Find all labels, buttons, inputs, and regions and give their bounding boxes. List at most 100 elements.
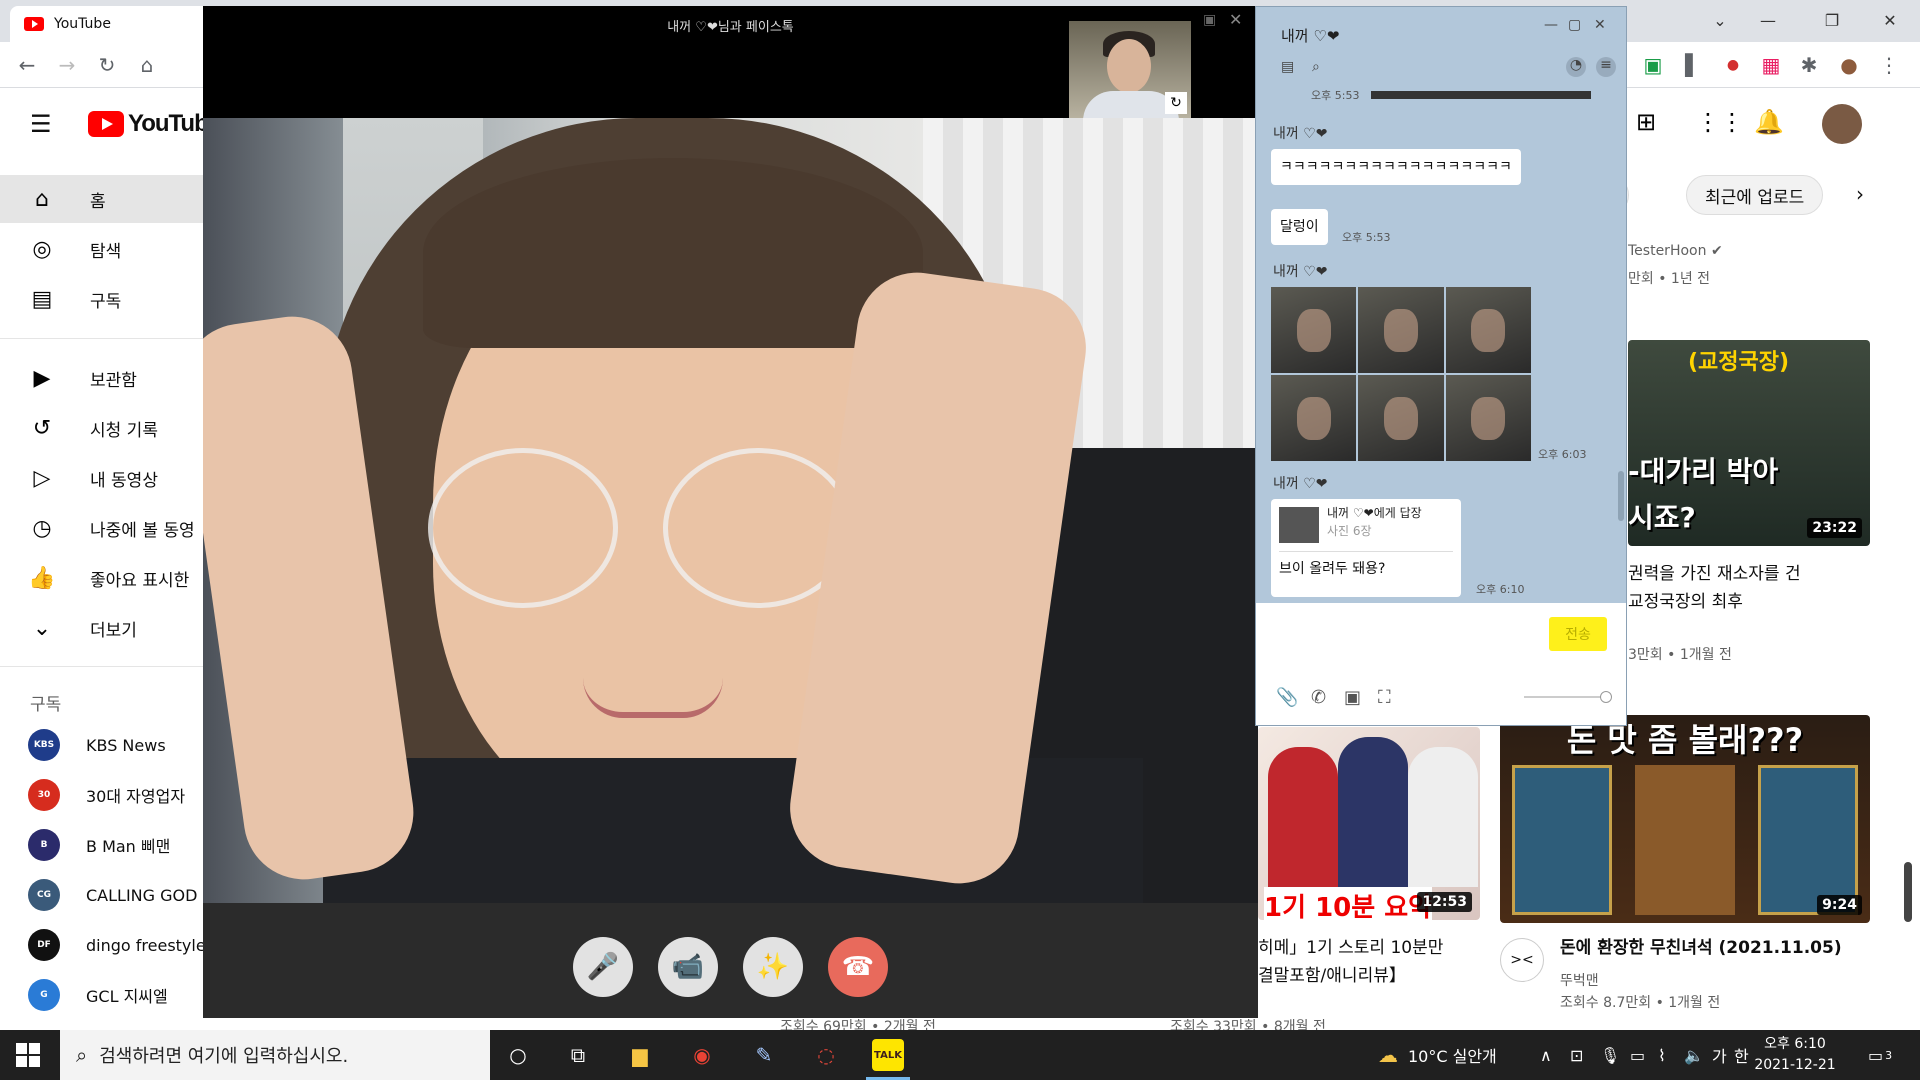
channel-name[interactable]: 뚜벅맨 [1560,970,1599,990]
swirl-app-icon[interactable]: ◌ [810,1039,842,1071]
close-icon[interactable]: ✕ [1594,17,1606,33]
forward-arrow-icon[interactable]: → [54,52,80,78]
message-bubble[interactable]: ㅋㅋㅋㅋㅋㅋㅋㅋㅋㅋㅋㅋㅋㅋㅋㅋㅋㅋ [1271,149,1521,185]
rotate-camera-icon[interactable]: ↻ [1165,92,1187,114]
task-view-icon[interactable]: ⧉ [562,1039,594,1071]
window-close-button[interactable]: ✕ [1870,6,1910,34]
chrome-down-arrow-icon[interactable]: ⌄ [1700,6,1740,34]
meet-icon[interactable]: ⊡ [1570,1030,1583,1080]
drawer-icon[interactable]: ▤ [1281,59,1294,75]
extension-adblock-icon[interactable]: ● [1720,52,1746,78]
sidebar-item-more[interactable]: ⌄ 더보기 [0,604,204,652]
sidebar-item-library[interactable]: ▶ 보관함 [0,354,204,402]
extension-color-icon[interactable]: ▦ [1758,52,1784,78]
message-time: 오후 5:53 [1342,231,1391,244]
sidebar-divider [0,666,204,667]
end-call-button[interactable]: ☎ [828,937,888,997]
pip-minimize-icon[interactable]: ▣ [1203,12,1216,28]
video-title[interactable]: 돈에 환장한 무친녀석 (2021.11.05) [1560,934,1842,962]
subscription-calling-god[interactable]: CG CALLING GOD [0,870,204,920]
windows-start-icon[interactable] [16,1043,40,1067]
back-arrow-icon[interactable]: ← [14,52,40,78]
search-icon[interactable]: ⌕ [1312,59,1320,75]
channel-avatar: B [28,829,60,861]
subscription-gcl[interactable]: G GCL 지씨엘 [0,970,204,1020]
self-preview-video[interactable]: ↻ [1069,21,1191,118]
maximize-icon[interactable]: ▢ [1568,17,1581,33]
microphone-icon[interactable]: 🎙 [1600,1030,1620,1080]
account-avatar[interactable] [1822,104,1862,144]
send-button[interactable]: 전송 [1549,617,1607,651]
camera-toggle-button[interactable]: 📹 [658,937,718,997]
facetalk-close-icon[interactable]: ✕ [1229,10,1242,29]
sidebar-item-watch-later[interactable]: ◷ 나중에 볼 동영 [0,504,204,552]
sidebar-item-liked[interactable]: 👍 좋아요 표시한 [0,554,204,602]
image-preview-strip[interactable] [1371,91,1591,99]
file-explorer-icon[interactable]: ▆ [624,1039,656,1071]
subscription-bman[interactable]: BB Man 삐맨 [0,820,204,870]
chip-recently-uploaded[interactable]: 최근에 업로드 [1686,175,1824,215]
opacity-slider-handle[interactable] [1600,691,1612,703]
sidebar-item-my-videos[interactable]: ▷ 내 동영상 [0,454,204,502]
extensions-puzzle-icon[interactable]: ✱ [1796,52,1822,78]
minimize-icon[interactable]: — [1544,17,1558,33]
video-thumbnail-1[interactable]: (교정국장) -대가리 박아 시죠? 23:22 [1628,340,1870,546]
chevron-right-icon[interactable]: › [1856,182,1864,206]
calendar-icon[interactable]: ▣ [1344,687,1361,708]
kakaotalk-icon[interactable]: TALK [872,1039,904,1071]
opacity-slider[interactable] [1524,696,1602,698]
browser-tab-youtube[interactable]: YouTube [10,6,210,42]
photo-album-message[interactable] [1271,287,1531,461]
tray-chevron-icon[interactable]: ∧ [1540,1030,1552,1080]
cortana-icon[interactable]: ○ [502,1039,534,1071]
subscription-kbs-news[interactable]: KBS KBS News [0,720,204,770]
battery-icon[interactable]: ▭ [1630,1030,1645,1080]
sidebar-item-history[interactable]: ↺ 시청 기록 [0,404,204,452]
ime-mode-indicator[interactable]: 가 [1712,1030,1727,1080]
video-title[interactable]: 권력을 가진 재소자를 건 교정국장의 최후 [1628,560,1801,616]
video-thumbnail-3[interactable]: 돈 맛 좀 볼래??? 9:24 [1500,715,1870,923]
paint-icon[interactable]: ✎ [748,1039,780,1071]
chrome-icon[interactable]: ◉ [686,1039,718,1071]
taskbar-search-box[interactable]: ⌕ 검색하려면 여기에 입력하십시오. [60,1030,490,1080]
window-maximize-button[interactable]: ❐ [1812,6,1852,34]
reload-icon[interactable]: ↻ [94,52,120,78]
volume-icon[interactable]: 🔈 [1684,1030,1704,1080]
video-title[interactable]: 히메」1기 스토리 10분만 결말포함/애니리뷰】 [1258,934,1443,990]
notification-bell-icon[interactable]: ◔ [1566,57,1586,77]
weather-widget[interactable]: ☁ 10°C 실안개 [1378,1030,1497,1080]
extension-info-icon[interactable]: ▌ [1680,52,1706,78]
phone-icon[interactable]: ✆ [1311,687,1326,708]
subscription-dingo[interactable]: DF dingo freestyle [0,920,204,970]
effects-button[interactable]: ✨ [743,937,803,997]
capture-icon[interactable]: ⛶ [1378,687,1391,708]
network-icon[interactable]: ⌇ [1658,1030,1666,1080]
notification-center-icon[interactable]: ▭ 3 [1868,1030,1892,1080]
video-thumbnail-2[interactable]: 1기 10분 요약 12:53 [1258,727,1480,920]
taskbar-clock[interactable]: 오후 6:10 2021-12-21 [1740,1034,1850,1076]
notifications-bell-icon[interactable]: 🔔 [1754,108,1784,136]
chrome-menu-icon[interactable]: ⋮ [1876,52,1902,78]
chat-input-area[interactable]: 전송 📎 ✆ ▣ ⛶ [1256,603,1626,725]
extension-cast-icon[interactable]: ▣ [1640,52,1666,78]
mute-mic-button[interactable]: 🎤 [573,937,633,997]
hamburger-menu-icon[interactable]: ☰ [30,110,52,138]
sidebar-item-home[interactable]: ⌂ 홈 [0,175,204,223]
message-bubble[interactable]: 달렁이 [1271,209,1328,245]
window-minimize-button[interactable]: — [1748,6,1788,34]
attach-file-icon[interactable]: 📎 [1276,687,1298,708]
channel-name[interactable]: TesterHoon ✔ [1628,242,1723,260]
youtube-logo[interactable]: YouTube [88,110,221,138]
subscription-30s-selfemployed[interactable]: 30 30대 자영업자 [0,770,204,820]
reply-message-bubble[interactable]: 내꺼 ♡❤에게 답장 사진 6장 브이 올려두 돼용? [1271,499,1461,597]
sidebar-item-subscriptions[interactable]: ▤ 구독 [0,275,204,323]
page-scrollbar[interactable] [1904,862,1912,922]
chat-scrollbar[interactable] [1618,471,1624,521]
profile-avatar-icon[interactable]: ● [1836,52,1862,78]
sidebar-item-explore[interactable]: ◎ 탐색 [0,225,204,273]
chat-menu-icon[interactable]: ≡ [1596,57,1616,77]
home-icon[interactable]: ⌂ [134,52,160,78]
create-video-icon[interactable]: ⊞ [1636,108,1656,136]
apps-grid-icon[interactable]: ⋮⋮ [1696,108,1744,136]
channel-avatar[interactable]: >< [1500,938,1544,982]
